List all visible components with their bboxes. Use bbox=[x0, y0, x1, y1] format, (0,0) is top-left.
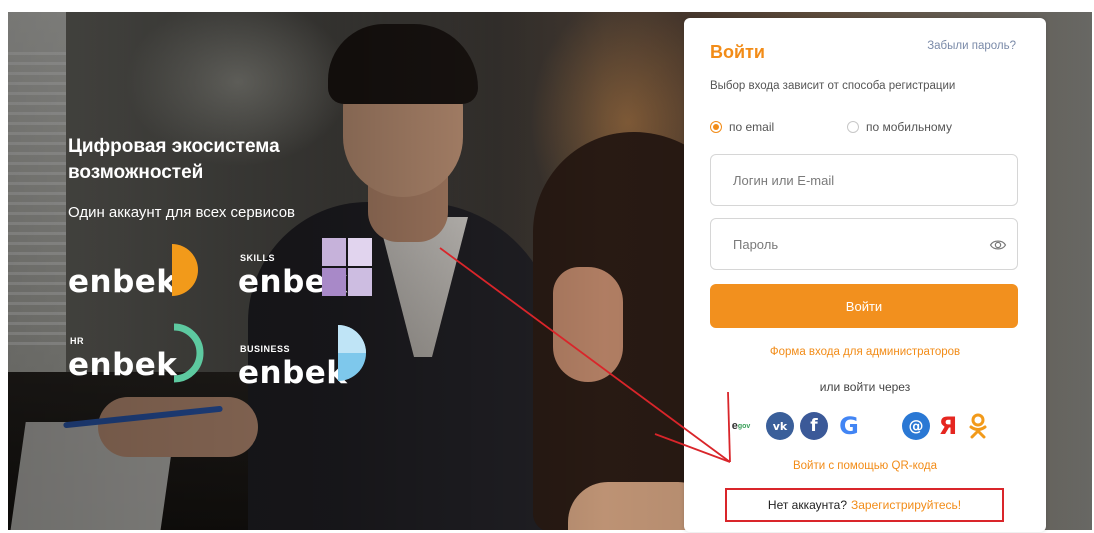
radio-email-dot[interactable] bbox=[710, 121, 722, 133]
radio-mobile-label: по мобильному bbox=[866, 120, 952, 134]
register-box: Нет аккаунта? Зарегистрируйтесь! bbox=[725, 488, 1004, 522]
social-login-list: e gov vk f G @ Я bbox=[722, 412, 990, 440]
egov-sub: gov bbox=[737, 422, 751, 430]
enbek-hr-mark-icon bbox=[173, 323, 204, 383]
hero-subtitle: Один аккаунт для всех сервисов bbox=[68, 204, 295, 221]
apple-login-icon[interactable] bbox=[870, 412, 896, 440]
enbek-orange-mark-icon bbox=[172, 244, 198, 296]
password-input[interactable] bbox=[711, 219, 1017, 269]
enbek-skills-mark-icon bbox=[322, 238, 372, 296]
enbek-logo: enbek bbox=[68, 244, 198, 300]
logo-word: enbek bbox=[68, 264, 178, 300]
yandex-login-icon[interactable]: Я bbox=[936, 412, 960, 440]
login-title: Войти bbox=[710, 42, 765, 62]
logo-tag: SKILLS bbox=[240, 253, 276, 263]
qr-login-link[interactable]: Войти с помощью QR-кода bbox=[684, 460, 1046, 472]
login-input[interactable] bbox=[711, 155, 1017, 205]
login-button[interactable]: Войти bbox=[710, 284, 1018, 328]
egov-login-icon[interactable]: e gov bbox=[722, 412, 760, 440]
show-password-eye-icon[interactable] bbox=[989, 236, 1007, 254]
login-field[interactable] bbox=[710, 154, 1018, 206]
radio-email[interactable]: по email bbox=[710, 120, 774, 134]
logo-word: enbek bbox=[238, 355, 348, 391]
odnoklassniki-login-icon[interactable] bbox=[966, 412, 990, 440]
password-field[interactable] bbox=[710, 218, 1018, 270]
no-account-label: Нет аккаунта? bbox=[767, 498, 847, 512]
login-hint: Выбор входа зависит от способа регистрац… bbox=[710, 80, 956, 92]
admin-login-link[interactable]: Форма входа для администраторов bbox=[684, 346, 1046, 358]
radio-mobile-dot[interactable] bbox=[847, 121, 859, 133]
facebook-login-icon[interactable]: f bbox=[800, 412, 828, 440]
enbek-hr-logo: HR enbek bbox=[68, 323, 204, 383]
or-login-via-label: или войти через bbox=[819, 380, 911, 394]
logo-word: enbek bbox=[68, 347, 178, 383]
mailru-login-icon[interactable]: @ bbox=[902, 412, 930, 440]
logo-tag: HR bbox=[70, 336, 84, 346]
radio-email-label: по email bbox=[729, 120, 775, 134]
enbek-business-logo: BUSINESS enbek bbox=[238, 325, 366, 391]
logo-tag: BUSINESS bbox=[240, 344, 291, 354]
enbek-business-mark-icon bbox=[338, 325, 366, 381]
google-login-icon[interactable]: G bbox=[834, 412, 864, 440]
odnoklassniki-glyph-icon bbox=[969, 413, 987, 439]
forgot-password-link[interactable]: Забыли пароль? bbox=[927, 40, 1016, 52]
login-card: Войти Забыли пароль? Выбор входа зависит… bbox=[684, 18, 1046, 532]
register-link[interactable]: Зарегистрируйтесь! bbox=[851, 498, 961, 512]
hero-title: Цифровая экосистема возможностей bbox=[68, 136, 280, 183]
vk-login-icon[interactable]: vk bbox=[766, 412, 794, 440]
radio-mobile[interactable]: по мобильному bbox=[847, 120, 952, 134]
enbek-skills-logo: SKILLS enbek bbox=[238, 238, 372, 298]
